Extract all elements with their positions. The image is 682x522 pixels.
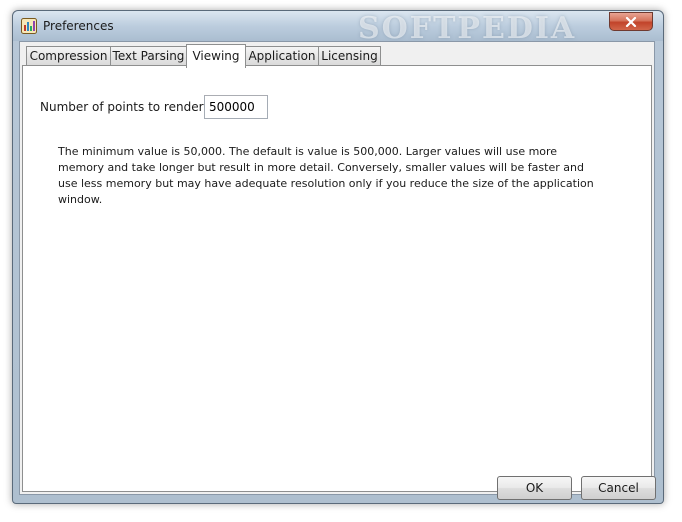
viewing-panel: Number of points to render The minimum v… [22, 65, 656, 500]
title-bar[interactable]: SOFTPEDIA Preferences [13, 11, 663, 41]
window-title: Preferences [43, 19, 114, 33]
points-to-render-input[interactable] [204, 95, 268, 119]
preferences-window: SOFTPEDIA Preferences Compression Text P… [12, 10, 664, 504]
close-button[interactable] [609, 12, 653, 31]
points-to-render-label: Number of points to render [40, 100, 204, 114]
watermark-logo: SOFTPEDIA [358, 11, 577, 41]
tab-compression[interactable]: Compression [26, 46, 111, 66]
points-description: The minimum value is 50,000. The default… [58, 145, 594, 206]
ok-button[interactable]: OK [497, 476, 572, 500]
tab-viewing[interactable]: Viewing [186, 44, 246, 68]
close-icon [625, 17, 637, 27]
cancel-button[interactable]: Cancel [581, 476, 656, 500]
tab-application[interactable]: Application [245, 46, 319, 66]
tab-text-parsing[interactable]: Text Parsing [110, 46, 187, 66]
dialog-client-area: Compression Text Parsing Viewing Applica… [19, 41, 656, 500]
app-icon [21, 18, 37, 34]
tab-licensing[interactable]: Licensing [318, 46, 381, 66]
